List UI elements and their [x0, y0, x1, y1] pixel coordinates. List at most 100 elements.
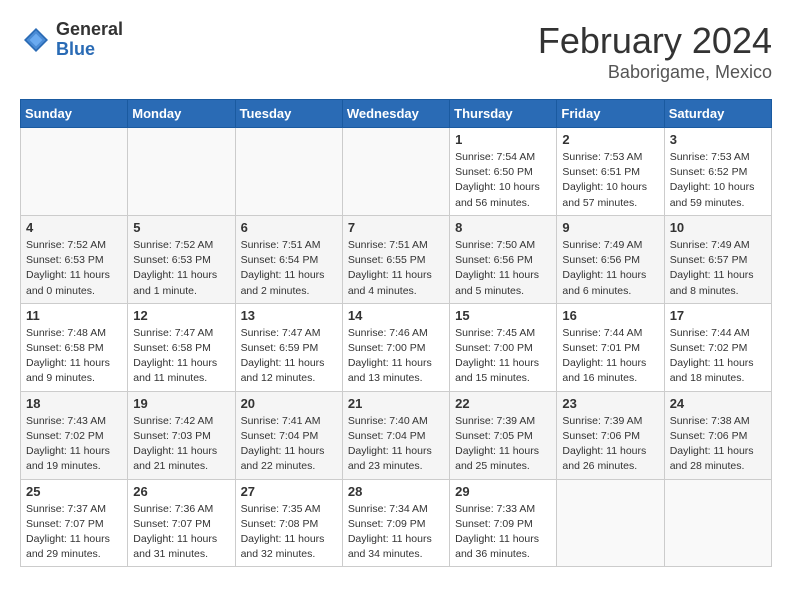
calendar-cell	[664, 479, 771, 567]
day-number: 11	[26, 308, 122, 323]
day-number: 18	[26, 396, 122, 411]
day-number: 10	[670, 220, 766, 235]
calendar-cell	[21, 128, 128, 216]
calendar-cell: 28Sunrise: 7:34 AM Sunset: 7:09 PM Dayli…	[342, 479, 449, 567]
day-info: Sunrise: 7:54 AM Sunset: 6:50 PM Dayligh…	[455, 150, 551, 211]
day-number: 27	[241, 484, 337, 499]
calendar-cell: 19 Sunrise: 7:42 AM Sunset: 7:03 PM Dayli…	[128, 391, 235, 479]
day-info: Sunrise: 7:39 AM Sunset: 7:05 PM Dayligh…	[455, 414, 551, 475]
month-title: February 2024	[538, 20, 772, 62]
weekday-header-sunday: Sunday	[21, 100, 128, 128]
day-number: 26	[133, 484, 229, 499]
day-info: Sunrise: 7:44 AM Sunset: 7:01 PM Dayligh…	[562, 326, 658, 387]
day-number: 9	[562, 220, 658, 235]
calendar-cell: 24 Sunrise: 7:38 AM Sunset: 7:06 PM Dayli…	[664, 391, 771, 479]
day-info: Sunrise: 7:49 AM Sunset: 6:56 PM Dayligh…	[562, 238, 658, 299]
day-number: 1	[455, 132, 551, 147]
calendar-cell: 7 Sunrise: 7:51 AM Sunset: 6:55 PM Daylig…	[342, 215, 449, 303]
calendar-week-row: 11 Sunrise: 7:48 AM Sunset: 6:58 PM Dayli…	[21, 303, 772, 391]
calendar-cell: 9 Sunrise: 7:49 AM Sunset: 6:56 PM Daylig…	[557, 215, 664, 303]
day-number: 21	[348, 396, 444, 411]
weekday-header-monday: Monday	[128, 100, 235, 128]
calendar-cell: 15Sunrise: 7:45 AM Sunset: 7:00 PM Dayli…	[450, 303, 557, 391]
calendar-cell: 6 Sunrise: 7:51 AM Sunset: 6:54 PM Daylig…	[235, 215, 342, 303]
weekday-header-tuesday: Tuesday	[235, 100, 342, 128]
day-info: Sunrise: 7:37 AM Sunset: 7:07 PM Dayligh…	[26, 502, 122, 563]
day-info: Sunrise: 7:51 AM Sunset: 6:55 PM Dayligh…	[348, 238, 444, 299]
calendar-cell: 16 Sunrise: 7:44 AM Sunset: 7:01 PM Dayli…	[557, 303, 664, 391]
day-info: Sunrise: 7:46 AM Sunset: 7:00 PM Dayligh…	[348, 326, 444, 387]
day-info: Sunrise: 7:45 AM Sunset: 7:00 PM Dayligh…	[455, 326, 551, 387]
calendar-week-row: 1 Sunrise: 7:54 AM Sunset: 6:50 PM Daylig…	[21, 128, 772, 216]
day-info: Sunrise: 7:40 AM Sunset: 7:04 PM Dayligh…	[348, 414, 444, 475]
day-number: 14	[348, 308, 444, 323]
weekday-header-row: SundayMondayTuesdayWednesdayThursdayFrid…	[21, 100, 772, 128]
logo-blue-text: Blue	[56, 40, 123, 60]
calendar-cell: 17 Sunrise: 7:44 AM Sunset: 7:02 PM Dayli…	[664, 303, 771, 391]
calendar-week-row: 25 Sunrise: 7:37 AM Sunset: 7:07 PM Dayli…	[21, 479, 772, 567]
calendar-cell: 21 Sunrise: 7:40 AM Sunset: 7:04 PM Dayli…	[342, 391, 449, 479]
day-number: 24	[670, 396, 766, 411]
day-info: Sunrise: 7:51 AM Sunset: 6:54 PM Dayligh…	[241, 238, 337, 299]
day-number: 22	[455, 396, 551, 411]
calendar-cell: 3 Sunrise: 7:53 AM Sunset: 6:52 PM Daylig…	[664, 128, 771, 216]
calendar-cell: 14 Sunrise: 7:46 AM Sunset: 7:00 PM Dayli…	[342, 303, 449, 391]
day-number: 13	[241, 308, 337, 323]
day-info: Sunrise: 7:33 AM Sunset: 7:09 PM Dayligh…	[455, 502, 551, 563]
day-info: Sunrise: 7:43 AM Sunset: 7:02 PM Dayligh…	[26, 414, 122, 475]
day-info: Sunrise: 7:41 AM Sunset: 7:04 PM Dayligh…	[241, 414, 337, 475]
calendar-cell: 13 Sunrise: 7:47 AM Sunset: 6:59 PM Dayli…	[235, 303, 342, 391]
day-number: 2	[562, 132, 658, 147]
day-number: 23	[562, 396, 658, 411]
calendar-cell: 25 Sunrise: 7:37 AM Sunset: 7:07 PM Dayli…	[21, 479, 128, 567]
day-number: 3	[670, 132, 766, 147]
day-info: Sunrise: 7:36 AM Sunset: 7:07 PM Dayligh…	[133, 502, 229, 563]
day-info: Sunrise: 7:52 AM Sunset: 6:53 PM Dayligh…	[133, 238, 229, 299]
day-info: Sunrise: 7:47 AM Sunset: 6:58 PM Dayligh…	[133, 326, 229, 387]
calendar-cell: 29 Sunrise: 7:33 AM Sunset: 7:09 PM Dayli…	[450, 479, 557, 567]
day-info: Sunrise: 7:49 AM Sunset: 6:57 PM Dayligh…	[670, 238, 766, 299]
day-info: Sunrise: 7:38 AM Sunset: 7:06 PM Dayligh…	[670, 414, 766, 475]
day-number: 7	[348, 220, 444, 235]
day-number: 5	[133, 220, 229, 235]
calendar-cell: 27Sunrise: 7:35 AM Sunset: 7:08 PM Dayli…	[235, 479, 342, 567]
calendar-table: SundayMondayTuesdayWednesdayThursdayFrid…	[20, 99, 772, 567]
calendar-cell: 11 Sunrise: 7:48 AM Sunset: 6:58 PM Dayli…	[21, 303, 128, 391]
calendar-cell	[128, 128, 235, 216]
day-number: 17	[670, 308, 766, 323]
day-number: 6	[241, 220, 337, 235]
calendar-cell: 18 Sunrise: 7:43 AM Sunset: 7:02 PM Dayli…	[21, 391, 128, 479]
day-number: 12	[133, 308, 229, 323]
logo-text: General Blue	[56, 20, 123, 60]
day-info: Sunrise: 7:44 AM Sunset: 7:02 PM Dayligh…	[670, 326, 766, 387]
day-number: 19	[133, 396, 229, 411]
day-number: 28	[348, 484, 444, 499]
day-info: Sunrise: 7:52 AM Sunset: 6:53 PM Dayligh…	[26, 238, 122, 299]
calendar-cell	[235, 128, 342, 216]
day-number: 25	[26, 484, 122, 499]
calendar-cell: 10 Sunrise: 7:49 AM Sunset: 6:57 PM Dayli…	[664, 215, 771, 303]
calendar-cell: 23Sunrise: 7:39 AM Sunset: 7:06 PM Dayli…	[557, 391, 664, 479]
calendar-cell: 5 Sunrise: 7:52 AM Sunset: 6:53 PM Daylig…	[128, 215, 235, 303]
day-info: Sunrise: 7:50 AM Sunset: 6:56 PM Dayligh…	[455, 238, 551, 299]
title-section: February 2024 Baborigame, Mexico	[538, 20, 772, 83]
logo: General Blue	[20, 20, 123, 60]
calendar-cell: 22 Sunrise: 7:39 AM Sunset: 7:05 PM Dayli…	[450, 391, 557, 479]
weekday-header-thursday: Thursday	[450, 100, 557, 128]
calendar-cell	[557, 479, 664, 567]
calendar-cell: 26 Sunrise: 7:36 AM Sunset: 7:07 PM Dayli…	[128, 479, 235, 567]
page-header: General Blue February 2024 Baborigame, M…	[20, 20, 772, 83]
weekday-header-friday: Friday	[557, 100, 664, 128]
day-info: Sunrise: 7:53 AM Sunset: 6:52 PM Dayligh…	[670, 150, 766, 211]
calendar-week-row: 18 Sunrise: 7:43 AM Sunset: 7:02 PM Dayli…	[21, 391, 772, 479]
day-number: 16	[562, 308, 658, 323]
calendar-cell: 4Sunrise: 7:52 AM Sunset: 6:53 PM Daylig…	[21, 215, 128, 303]
day-info: Sunrise: 7:42 AM Sunset: 7:03 PM Dayligh…	[133, 414, 229, 475]
day-info: Sunrise: 7:48 AM Sunset: 6:58 PM Dayligh…	[26, 326, 122, 387]
weekday-header-wednesday: Wednesday	[342, 100, 449, 128]
calendar-week-row: 4Sunrise: 7:52 AM Sunset: 6:53 PM Daylig…	[21, 215, 772, 303]
day-info: Sunrise: 7:53 AM Sunset: 6:51 PM Dayligh…	[562, 150, 658, 211]
day-info: Sunrise: 7:47 AM Sunset: 6:59 PM Dayligh…	[241, 326, 337, 387]
logo-general-text: General	[56, 20, 123, 40]
day-number: 29	[455, 484, 551, 499]
